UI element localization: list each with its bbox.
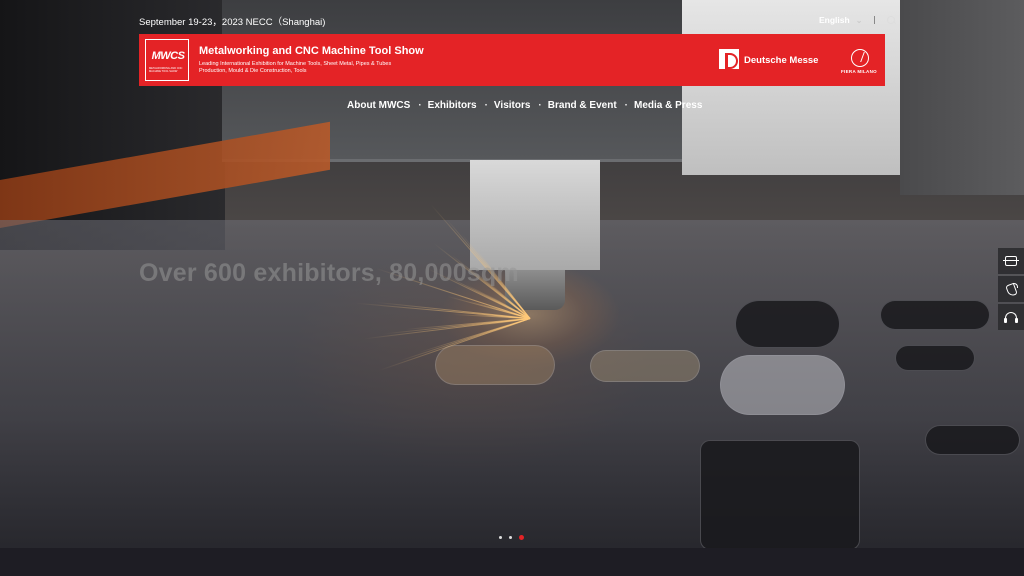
headset-icon [1004,311,1018,323]
chevron-down-icon[interactable]: ⌄ [856,16,863,25]
nav-media-press[interactable]: Media & Press [634,100,702,111]
deutsche-messe-label[interactable]: Deutsche Messe [744,55,818,66]
support-button[interactable] [998,304,1024,330]
page-bottom-strip [0,548,1024,576]
show-subtitle: Leading International Exhibition for Mac… [199,61,392,74]
hero-slogan: Over 600 exhibitors, 80,000sqm [139,259,519,287]
side-toolbar [998,248,1024,332]
carousel-dot-1[interactable] [499,536,502,539]
show-title: Metalworking and CNC Machine Tool Show [199,45,424,57]
sheet-cutout [895,345,975,371]
nav-visitors[interactable]: Visitors [494,100,531,111]
logo-subtext: METALWORKING AND CNC MACHINE TOOL SHOW [149,67,183,73]
background-wall [900,0,1024,195]
divider [874,16,876,24]
logo-text: MWCS [151,50,185,62]
sheet-cutout [435,345,555,385]
carousel-dot-2[interactable] [509,536,512,539]
sheet-cutout [925,425,1020,455]
nav-exhibitors[interactable]: Exhibitors [428,100,477,111]
fiera-milano-logo-icon[interactable] [851,49,869,67]
language-switcher[interactable]: English ⌄ [819,15,896,25]
deutsche-messe-logo-icon[interactable] [719,49,739,69]
machine-panel-right [682,0,902,175]
nav-separator: · [538,100,542,111]
scan-icon [1003,256,1019,266]
carousel-pagination [499,535,524,540]
sheet-cutout [720,355,845,415]
phone-icon [1006,283,1018,295]
nav-separator: · [624,100,629,111]
nav-separator: · [418,100,422,111]
nav-separator: · [484,100,488,111]
nav-about-mwcs[interactable]: About MWCS [347,100,410,111]
sheet-cutout [735,300,840,348]
mwcs-logo[interactable]: MWCS METALWORKING AND CNC MACHINE TOOL S… [145,39,189,81]
search-icon[interactable] [887,15,896,25]
header-banner: MWCS METALWORKING AND CNC MACHINE TOOL S… [139,34,885,86]
scan-button[interactable] [998,248,1024,274]
sheet-cutout [590,350,700,382]
main-nav: About MWCS · Exhibitors · Visitors · Bra… [347,100,710,111]
sheet-cutout [880,300,990,330]
sheet-cutout [700,440,860,548]
language-label[interactable]: English [819,15,850,25]
carousel-dot-3[interactable] [519,535,524,540]
nav-brand-event[interactable]: Brand & Event [548,100,617,111]
fiera-milano-label[interactable]: FIERA MILANO [841,69,877,74]
event-info: September 19-23，2023 NECC（Shanghai) [139,17,326,28]
laser-head [470,160,600,270]
phone-button[interactable] [998,276,1024,302]
